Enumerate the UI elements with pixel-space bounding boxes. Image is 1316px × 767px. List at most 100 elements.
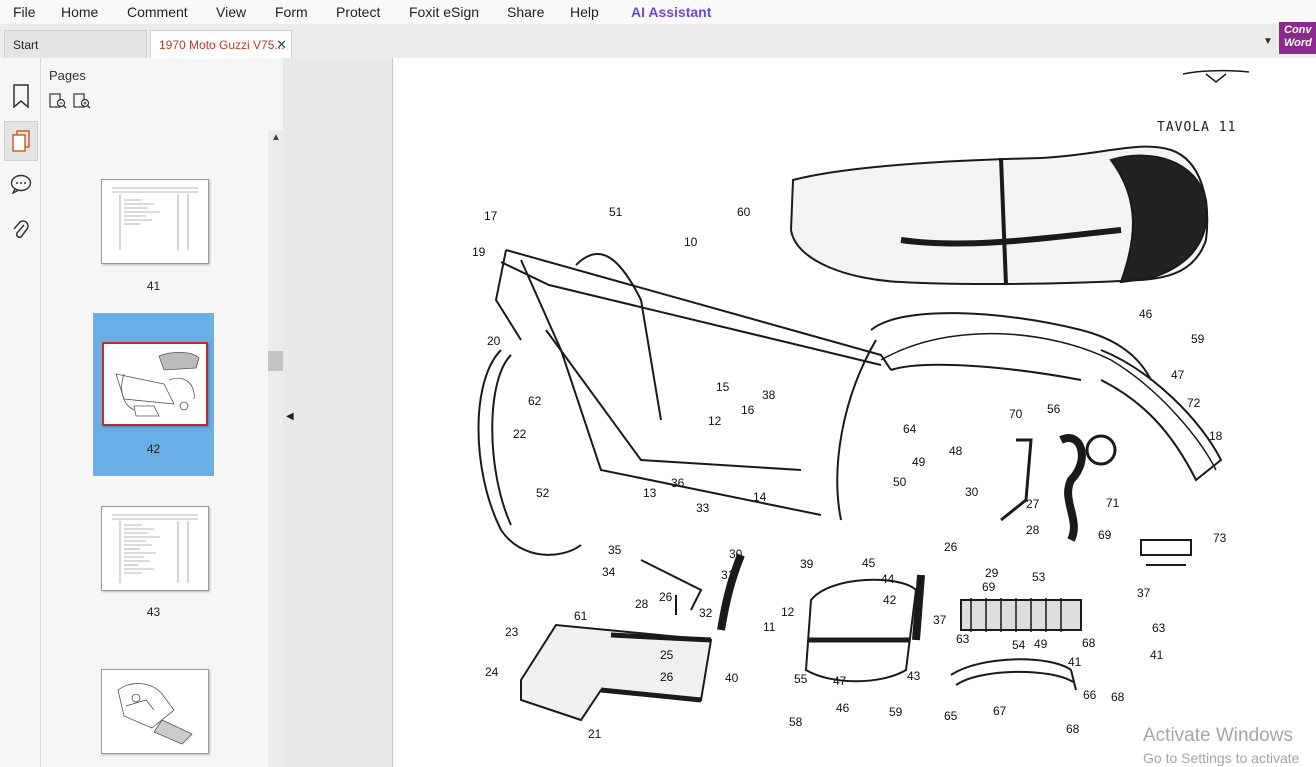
- part-number: 37: [1137, 586, 1151, 600]
- page-41-label: 41: [146, 279, 161, 293]
- part-number: 58: [789, 715, 803, 729]
- tab-start-label: Start: [13, 37, 39, 52]
- part-number: 51: [609, 205, 623, 219]
- thumbnail-scrollbar[interactable]: [268, 130, 283, 767]
- scrollbar-thumb[interactable]: [268, 351, 283, 371]
- part-number: 27: [1026, 497, 1040, 511]
- part-number: 10: [684, 235, 698, 249]
- part-number: 41: [1150, 648, 1164, 662]
- activate-windows-watermark: Activate Windows: [1143, 725, 1293, 746]
- part-number: 26: [659, 590, 673, 604]
- part-number: 21: [588, 727, 602, 741]
- menu-home[interactable]: Home: [61, 4, 98, 20]
- part-number: 26: [944, 540, 958, 554]
- part-number: 49: [912, 455, 926, 469]
- part-number: 52: [536, 486, 550, 500]
- part-number: 68: [1111, 690, 1125, 704]
- convert-label-2: Word: [1284, 37, 1312, 49]
- part-number: 53: [1032, 570, 1046, 584]
- menu-file[interactable]: File: [13, 4, 36, 20]
- part-number: 73: [1213, 531, 1227, 545]
- panel-splitter[interactable]: [283, 58, 392, 767]
- part-number: 37: [933, 613, 947, 627]
- page-thumbnail-42[interactable]: 42: [93, 313, 214, 476]
- page-42-preview: [102, 342, 208, 426]
- part-number: 69: [1098, 528, 1112, 542]
- pages-icon[interactable]: [4, 121, 38, 161]
- part-number: 44: [881, 572, 895, 586]
- tab-list-dropdown-icon[interactable]: ▼: [1263, 36, 1273, 47]
- menu-comment[interactable]: Comment: [127, 4, 188, 20]
- part-number: 26: [660, 670, 674, 684]
- part-number: 71: [1106, 496, 1120, 510]
- part-number: 47: [1171, 368, 1185, 382]
- close-icon[interactable]: ✕: [276, 37, 287, 53]
- part-number: 50: [893, 475, 907, 489]
- menu-foxit-esign[interactable]: Foxit eSign: [409, 4, 479, 20]
- menu-ai-assistant[interactable]: AI Assistant: [631, 4, 711, 20]
- menu-form[interactable]: Form: [275, 4, 308, 20]
- collapse-panel-icon[interactable]: ◀: [286, 411, 294, 422]
- menu-bar: File Home Comment View Form Protect Foxi…: [0, 0, 1316, 24]
- zoom-in-thumbnails-icon[interactable]: [73, 93, 91, 109]
- bookmark-icon[interactable]: [8, 83, 34, 109]
- part-number: 63: [956, 632, 970, 646]
- part-number: 33: [696, 501, 710, 515]
- page-43-label: 43: [146, 605, 161, 619]
- document-view[interactable]: TAVOLA 11 17 19 20 51 10 60 46 59 47 72 …: [392, 58, 1316, 767]
- part-number: 15: [716, 380, 730, 394]
- part-number: 20: [487, 334, 501, 348]
- part-number: 40: [725, 671, 739, 685]
- part-number: 32: [699, 606, 713, 620]
- zoom-out-thumbnails-icon[interactable]: [49, 93, 67, 109]
- part-number: 54: [1012, 638, 1026, 652]
- part-number: 43: [907, 669, 921, 683]
- part-number: 60: [737, 205, 751, 219]
- part-number: 69: [982, 580, 996, 594]
- part-number: 39: [800, 557, 814, 571]
- menu-view[interactable]: View: [216, 4, 246, 20]
- sidebar-icon-bar: [0, 58, 41, 767]
- pages-panel-title: Pages: [49, 68, 86, 83]
- part-number: 30: [729, 547, 743, 561]
- part-number: 59: [889, 705, 903, 719]
- part-number: 56: [1047, 402, 1061, 416]
- menu-help[interactable]: Help: [570, 4, 599, 20]
- comment-icon[interactable]: [8, 171, 34, 197]
- part-number: 59: [1191, 332, 1205, 346]
- activate-windows-subtext: Go to Settings to activate: [1143, 750, 1300, 766]
- part-number: 29: [985, 566, 999, 580]
- convert-to-word-button[interactable]: Conv Word: [1279, 22, 1316, 54]
- part-number: 72: [1187, 396, 1201, 410]
- part-number: 19: [472, 245, 486, 259]
- part-number: 18: [1209, 429, 1223, 443]
- part-number: 63: [1152, 621, 1166, 635]
- part-number: 34: [602, 565, 616, 579]
- tab-document[interactable]: 1970 Moto Guzzi V75... ✕: [150, 30, 292, 58]
- part-number: 65: [944, 709, 958, 723]
- part-number: 68: [1066, 722, 1080, 736]
- part-number: 25: [660, 648, 674, 662]
- part-number: 46: [836, 701, 850, 715]
- part-number: 47: [833, 674, 847, 688]
- convert-label-1: Conv: [1284, 24, 1312, 36]
- part-number: 13: [643, 486, 657, 500]
- tab-bar: Start 1970 Moto Guzzi V75... ✕: [0, 24, 1316, 59]
- part-number: 61: [574, 609, 588, 623]
- page-43-preview: [101, 506, 209, 591]
- menu-share[interactable]: Share: [507, 4, 544, 20]
- part-number: 12: [708, 414, 722, 428]
- part-number: 23: [505, 625, 519, 639]
- part-number: 35: [608, 543, 622, 557]
- scroll-up-icon[interactable]: ▲: [271, 132, 281, 143]
- part-number: 62: [528, 394, 542, 408]
- attachment-icon[interactable]: [8, 218, 34, 244]
- part-number: 31: [721, 568, 735, 582]
- page-thumbnail-43[interactable]: 43: [93, 496, 214, 626]
- menu-protect[interactable]: Protect: [336, 4, 380, 20]
- part-number: 28: [1026, 523, 1040, 537]
- page-thumbnail-41[interactable]: 41: [93, 168, 214, 304]
- part-number: 48: [949, 444, 963, 458]
- tab-start[interactable]: Start: [4, 30, 147, 58]
- page-thumbnail-44[interactable]: [93, 660, 214, 767]
